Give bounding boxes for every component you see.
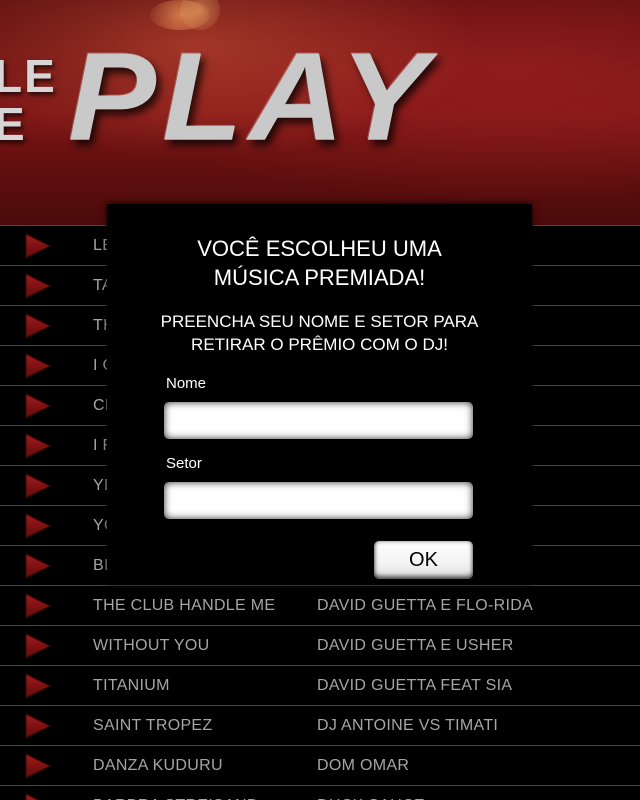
app: LE E PLAY LE TA TH I G CL I F YE YO BI THE CLUB H… (0, 0, 640, 800)
logo-prefix: LE E (0, 52, 57, 148)
song-artist: DAVID GUETTA FEAT SIA (317, 677, 513, 694)
sector-label: Setor (166, 455, 202, 472)
song-row[interactable]: SAINT TROPEZ DJ ANTOINE VS TIMATI (0, 705, 640, 745)
song-title: THE CLUB HANDLE ME (93, 597, 276, 614)
play-icon[interactable] (24, 553, 52, 579)
play-icon[interactable] (24, 313, 52, 339)
logo-prefix-line2: E (0, 98, 27, 150)
play-icon[interactable] (24, 793, 52, 800)
song-row[interactable]: WITHOUT YOU DAVID GUETTA E USHER (0, 625, 640, 665)
song-artist: DJ ANTOINE VS TIMATI (317, 717, 499, 734)
play-icon[interactable] (24, 753, 52, 779)
name-input[interactable] (164, 402, 473, 439)
play-icon[interactable] (24, 673, 52, 699)
song-artist: DAVID GUETTA E FLO-RIDA (317, 597, 534, 614)
dialog-title-line1: VOCÊ ESCOLHEU UMA (197, 236, 442, 261)
play-icon[interactable] (24, 473, 52, 499)
song-row[interactable]: THE CLUB HANDLE ME DAVID GUETTA E FLO-RID… (0, 585, 640, 625)
sector-input[interactable] (164, 482, 473, 519)
prize-dialog: VOCÊ ESCOLHEU UMA MÚSICA PREMIADA! PREEN… (107, 204, 532, 584)
song-artist: DOM OMAR (317, 757, 410, 774)
play-icon[interactable] (24, 353, 52, 379)
song-title: WITHOUT YOU (93, 637, 210, 654)
play-icon[interactable] (24, 713, 52, 739)
ok-button[interactable]: OK (374, 541, 473, 579)
logo-play: PLAY (68, 26, 435, 167)
song-title: TITANIUM (93, 677, 170, 694)
name-label: Nome (166, 375, 207, 392)
song-artist: DAVID GUETTA E USHER (317, 637, 514, 654)
dialog-title-line2: MÚSICA PREMIADA! (213, 265, 426, 290)
song-row[interactable]: DANZA KUDURU DOM OMAR (0, 745, 640, 785)
play-icon[interactable] (24, 273, 52, 299)
play-icon[interactable] (24, 633, 52, 659)
header-banner: LE E PLAY (0, 0, 640, 225)
song-title: SAINT TROPEZ (93, 717, 213, 734)
song-title: DANZA KUDURU (93, 757, 223, 774)
logo-prefix-line1: LE (0, 50, 57, 102)
dialog-instructions-line2: RETIRAR O PRÊMIO COM O DJ! (191, 335, 448, 354)
play-icon[interactable] (24, 593, 52, 619)
play-icon[interactable] (24, 233, 52, 259)
dialog-instructions-line1: PREENCHA SEU NOME E SETOR PARA (160, 312, 479, 331)
play-icon[interactable] (24, 433, 52, 459)
song-row[interactable]: BARBRA STREISANDDUCK SAUCE (0, 785, 640, 800)
dialog-instructions: PREENCHA SEU NOME E SETOR PARA RETIRAR O… (107, 310, 532, 356)
dialog-title: VOCÊ ESCOLHEU UMA MÚSICA PREMIADA! (107, 234, 532, 292)
play-icon[interactable] (24, 513, 52, 539)
play-icon[interactable] (24, 393, 52, 419)
song-row[interactable]: TITANIUM DAVID GUETTA FEAT SIA (0, 665, 640, 705)
